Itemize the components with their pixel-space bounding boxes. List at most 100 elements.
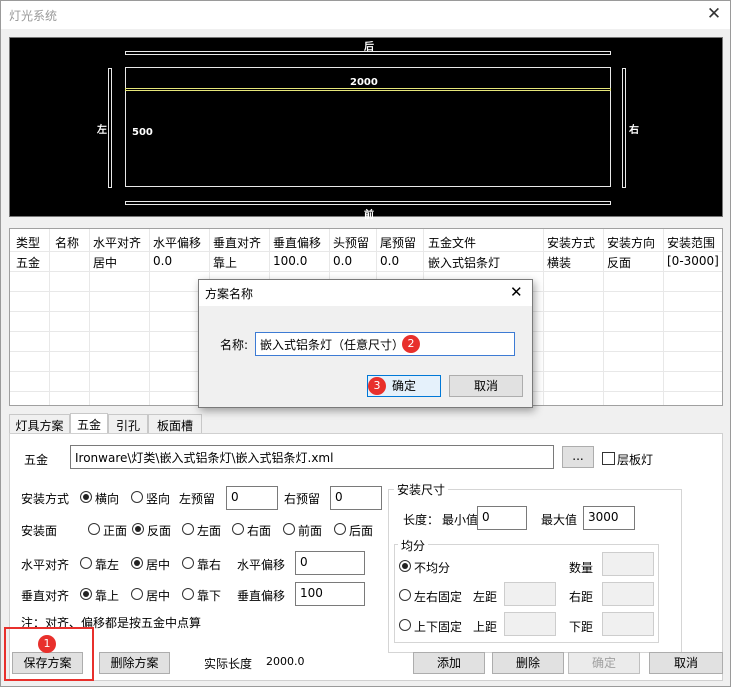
- left-dist-field[interactable]: [504, 582, 556, 606]
- table-cell: 0.0: [380, 254, 400, 268]
- label-back: 后: [364, 42, 374, 53]
- install-face-label: 安装面: [21, 524, 58, 538]
- dialog-cancel-button[interactable]: 取消: [449, 375, 523, 397]
- bottom-dist-field[interactable]: [602, 612, 654, 636]
- face-left-label: 左面: [197, 524, 222, 538]
- v-align-top-label: 靠上: [95, 589, 120, 603]
- v-offset-field[interactable]: 100: [295, 582, 365, 606]
- browse-button[interactable]: ...: [562, 446, 594, 468]
- header-cell: 垂直偏移: [273, 236, 322, 250]
- max-field[interactable]: 3000: [583, 506, 635, 530]
- h-align-left-label: 靠左: [95, 558, 120, 572]
- header-cell: 头预留: [333, 236, 370, 250]
- install-vertical-radio[interactable]: [131, 491, 143, 503]
- length-value: 2000: [350, 77, 378, 88]
- badge-1: 1: [38, 635, 56, 653]
- badge-3: 3: [368, 377, 386, 395]
- delete-scheme-button[interactable]: 删除方案: [99, 652, 170, 674]
- cancel-button[interactable]: 取消: [649, 652, 723, 674]
- face-back-radio[interactable]: [132, 523, 144, 535]
- preview-canvas: 后 前 左 右 2000 500: [9, 37, 723, 221]
- layer-board-label: 层板灯: [617, 453, 654, 467]
- delete-button[interactable]: 删除: [492, 652, 564, 674]
- v-align-center-radio[interactable]: [131, 588, 143, 600]
- tab-hardware[interactable]: 五金: [70, 413, 108, 435]
- install-vertical-label: 竖向: [146, 492, 171, 506]
- header-cell: 五金文件: [428, 236, 477, 250]
- h-align-left-radio[interactable]: [80, 557, 92, 569]
- tab-board-groove[interactable]: 板面槽: [148, 414, 202, 434]
- header-cell: 类型: [16, 236, 41, 250]
- scheme-name-dialog: 方案名称 ✕ 名称: 嵌入式铝条灯（任意尺寸） 2 确定 取消 3: [198, 279, 533, 408]
- h-offset-field[interactable]: 0: [295, 551, 365, 575]
- right-reserve-field[interactable]: 0: [330, 486, 382, 510]
- v-align-bottom-radio[interactable]: [182, 588, 194, 600]
- min-field[interactable]: 0: [477, 506, 527, 530]
- layer-board-checkbox[interactable]: [602, 452, 615, 465]
- badge-2: 2: [402, 335, 420, 353]
- h-offset-label: 水平偏移: [237, 558, 286, 572]
- uneven-radio[interactable]: [399, 560, 411, 572]
- lr-fixed-radio[interactable]: [399, 589, 411, 601]
- length-label: 长度：: [403, 513, 440, 527]
- right-dist-label: 右距: [569, 590, 594, 604]
- lr-fixed-label: 左右固定: [414, 590, 463, 604]
- v-align-top-radio[interactable]: [80, 588, 92, 600]
- add-button[interactable]: 添加: [413, 652, 485, 674]
- header-cell: 水平偏移: [153, 236, 202, 250]
- name-input[interactable]: 嵌入式铝条灯（任意尺寸）: [255, 332, 515, 356]
- right-bar: [622, 68, 626, 188]
- h-align-label: 水平对齐: [21, 558, 70, 572]
- v-align-label: 垂直对齐: [21, 589, 70, 603]
- title-bar: 灯光系统 ✕: [1, 1, 730, 29]
- install-size-title: 安装尺寸: [394, 481, 449, 498]
- header-cell: 水平对齐: [93, 236, 142, 250]
- header-cell: 名称: [55, 236, 80, 250]
- name-label: 名称:: [220, 338, 249, 352]
- v-align-bottom-label: 靠下: [197, 589, 222, 603]
- width-value: 500: [132, 127, 153, 138]
- table-cell: 横装: [547, 256, 572, 270]
- face-fore-label: 前面: [298, 524, 323, 538]
- hardware-path-field[interactable]: Ironware\灯类\嵌入式铝条灯\嵌入式铝条灯.xml: [70, 445, 554, 469]
- table-cell: 嵌入式铝条灯: [428, 256, 501, 270]
- actual-length-label: 实际长度: [204, 657, 253, 671]
- face-front-radio[interactable]: [88, 523, 100, 535]
- label-front: 前: [364, 210, 374, 221]
- face-front-label: 正面: [103, 524, 128, 538]
- right-dist-field[interactable]: [602, 582, 654, 606]
- h-align-right-radio[interactable]: [182, 557, 194, 569]
- label-left: 左: [97, 125, 107, 136]
- tb-fixed-radio[interactable]: [399, 619, 411, 631]
- dialog-close-icon[interactable]: ✕: [510, 283, 523, 301]
- hardware-panel: 五金 Ironware\灯类\嵌入式铝条灯\嵌入式铝条灯.xml ... 层板灯…: [9, 433, 723, 681]
- min-label: 最小值: [442, 513, 479, 527]
- install-horizontal-radio[interactable]: [80, 491, 92, 503]
- face-rear-label: 后面: [349, 524, 374, 538]
- ok-button[interactable]: 确定: [568, 652, 640, 674]
- table-cell: 居中: [93, 256, 118, 270]
- right-reserve-label: 右预留: [284, 492, 321, 506]
- v-align-center-label: 居中: [146, 589, 171, 603]
- close-icon[interactable]: ✕: [701, 2, 727, 26]
- top-dist-label: 上距: [473, 620, 498, 634]
- face-right-radio[interactable]: [232, 523, 244, 535]
- header-cell: 安装方式: [547, 236, 596, 250]
- tab-holes[interactable]: 引孔: [108, 414, 148, 434]
- even-title: 均分: [398, 537, 429, 554]
- tab-lamp-scheme[interactable]: 灯具方案: [9, 414, 70, 434]
- hardware-label: 五金: [24, 453, 49, 467]
- table-cell: 0.0: [153, 254, 173, 268]
- face-fore-radio[interactable]: [283, 523, 295, 535]
- count-field[interactable]: [602, 552, 654, 576]
- face-rear-radio[interactable]: [334, 523, 346, 535]
- left-reserve-field[interactable]: 0: [226, 486, 278, 510]
- light-strip: [125, 88, 611, 91]
- table-cell: 靠上: [213, 256, 238, 270]
- table-cell: 100.0: [273, 254, 308, 268]
- dialog-title: 方案名称: [205, 287, 254, 301]
- header-cell: 尾预留: [380, 236, 417, 250]
- top-dist-field[interactable]: [504, 612, 556, 636]
- h-align-center-radio[interactable]: [131, 557, 143, 569]
- face-left-radio[interactable]: [182, 523, 194, 535]
